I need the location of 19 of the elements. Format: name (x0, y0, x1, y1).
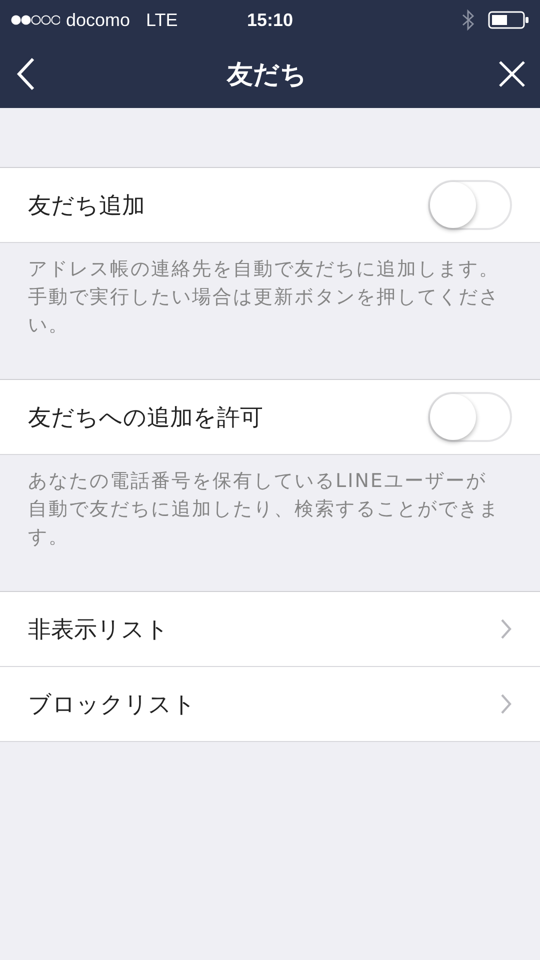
description-text: アドレス帳の連絡先を自動で友だちに追加します。手動で実行したい場合は更新ボタンを押してください。 (28, 257, 500, 338)
toggle-switch[interactable] (428, 392, 512, 442)
row-label: 友だちへの追加を許可 (28, 404, 263, 432)
clock-time: 15:10 (246, 10, 294, 30)
row-label: 友だち追加 (28, 192, 145, 220)
list-item[interactable]: ブロックリスト (0, 667, 540, 742)
network-type: LTE (146, 10, 178, 30)
toggle-switch[interactable] (428, 180, 512, 230)
list-item[interactable]: 非表示リスト (0, 592, 540, 667)
signal-icon (10, 14, 60, 26)
chevron-icon (500, 693, 512, 715)
description-text: あなたの電話番号を保有しているLINEユーザーが自動で友だちに追加したり、検索することができます。 (28, 469, 500, 550)
screen-title: 友だち (227, 58, 307, 92)
carrier-name: docomo (66, 10, 130, 30)
chevron-icon (500, 618, 512, 640)
back-icon[interactable] (16, 57, 36, 91)
close-icon[interactable] (498, 60, 526, 88)
battery-icon (488, 10, 530, 30)
bluetooth-icon (462, 9, 474, 31)
